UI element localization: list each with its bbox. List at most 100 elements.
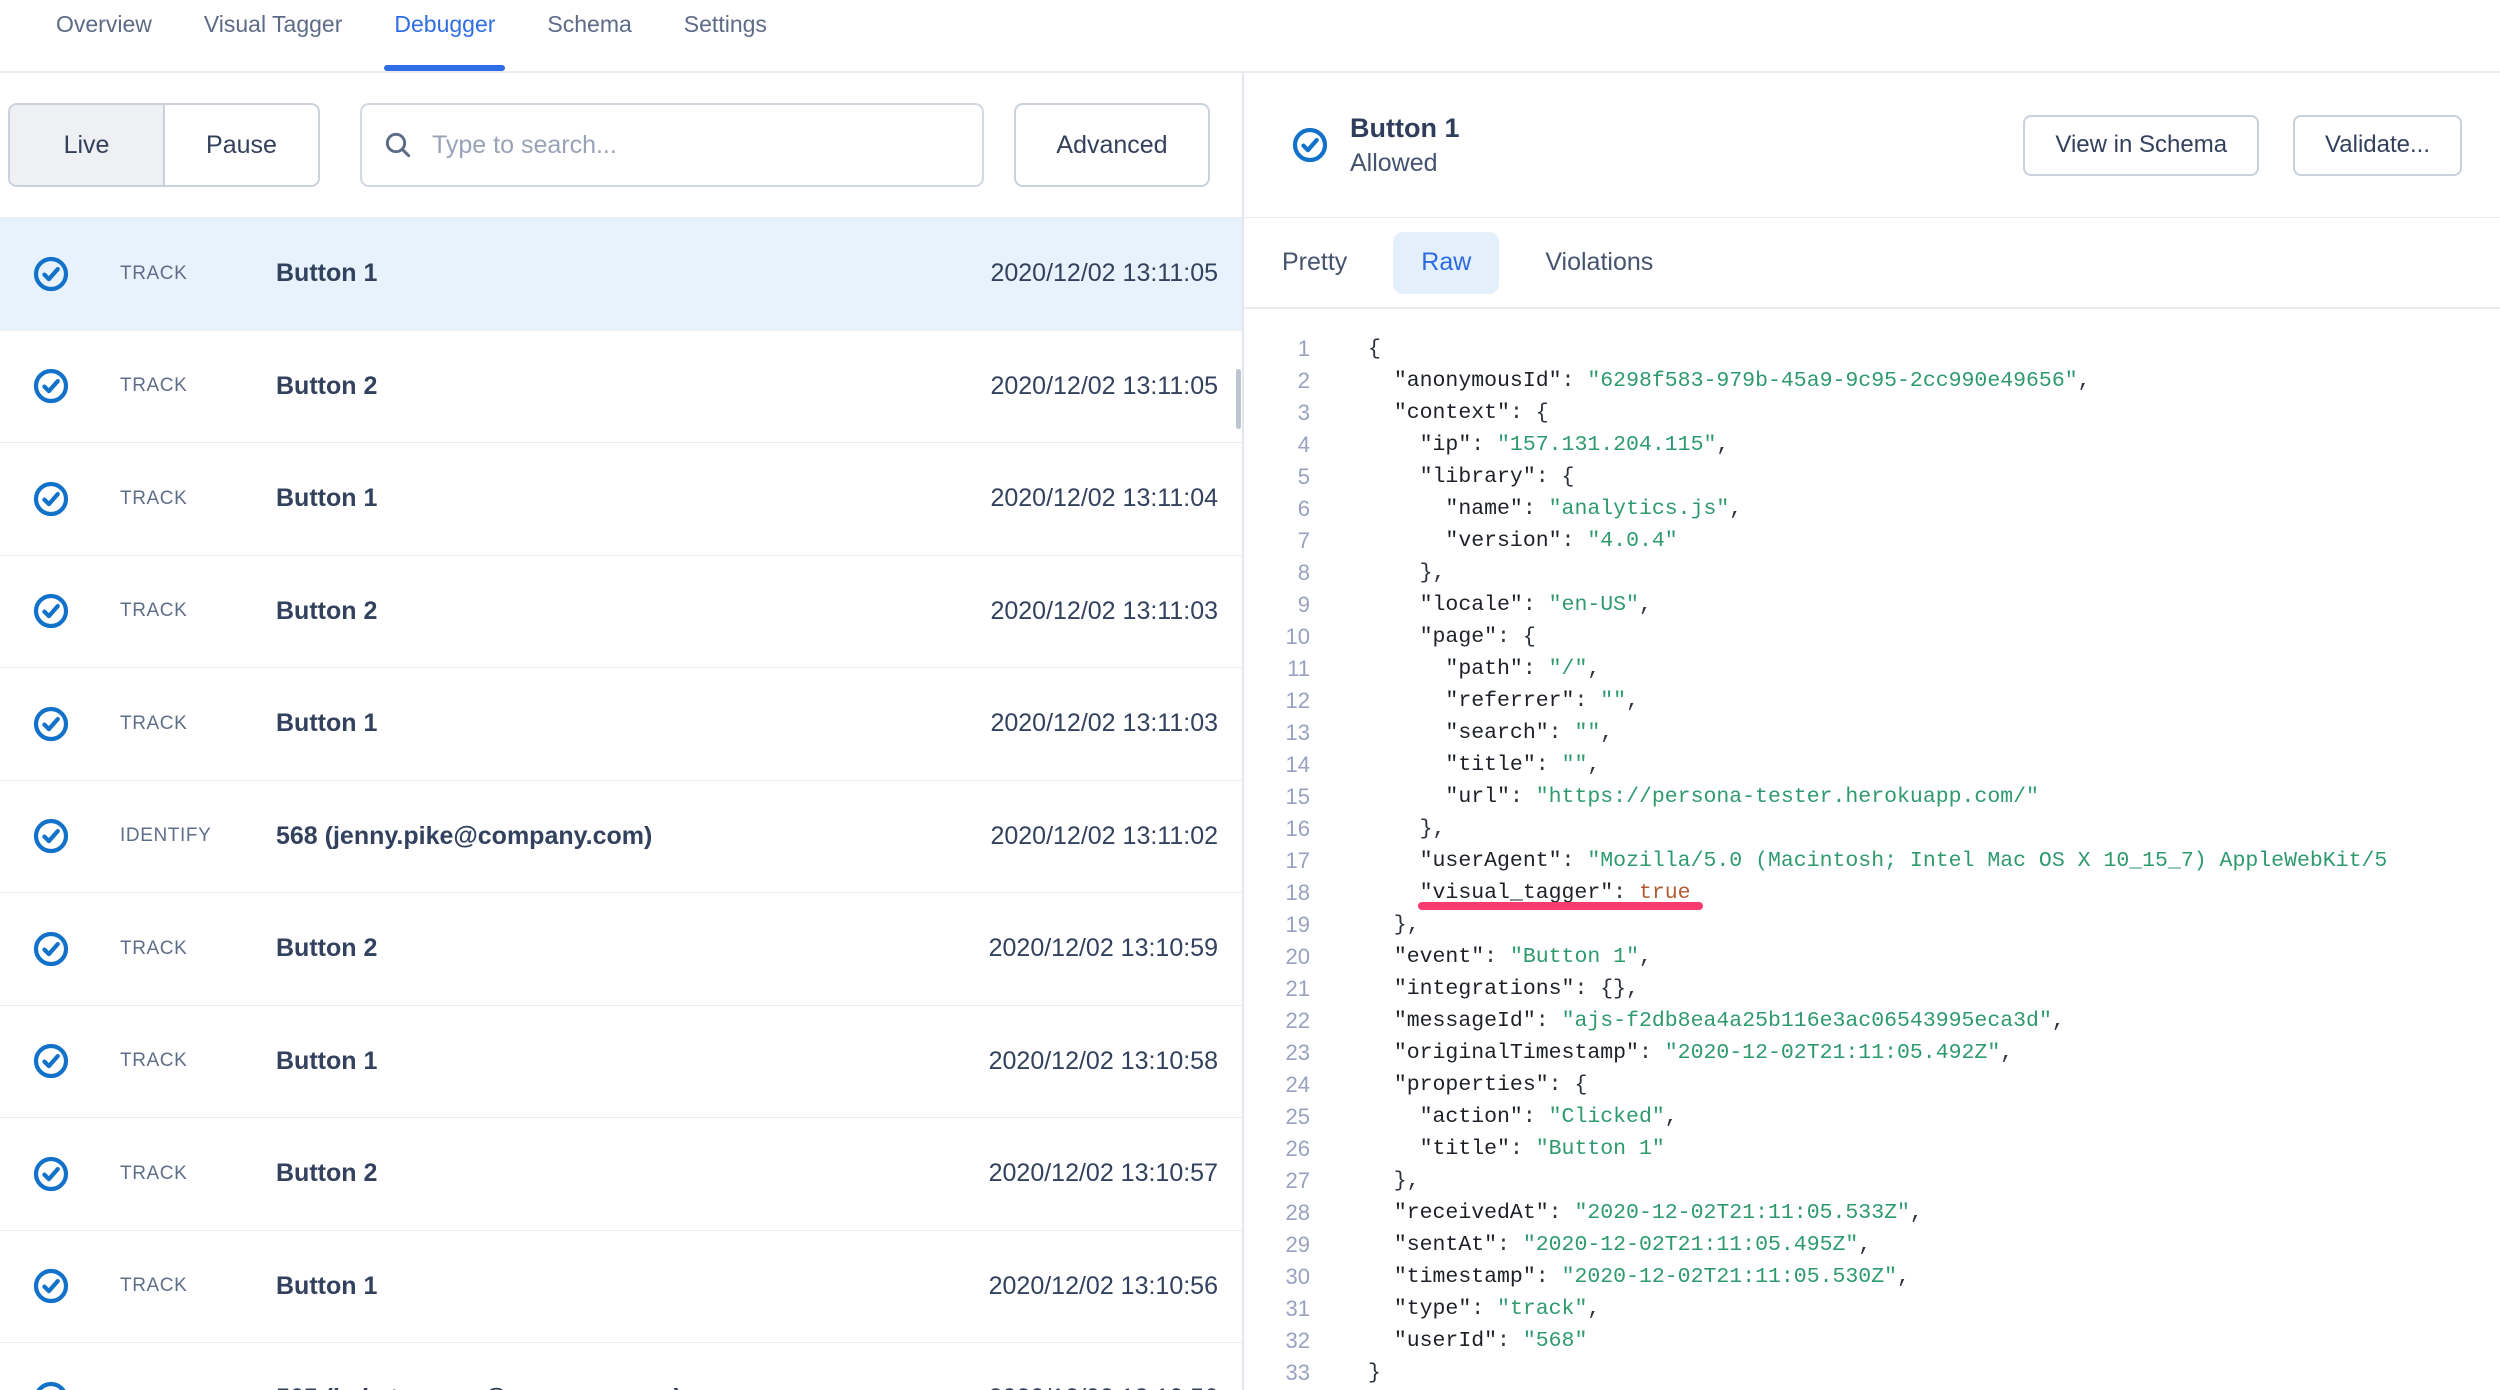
search-box[interactable] xyxy=(360,103,984,187)
view-in-schema-button[interactable]: View in Schema xyxy=(2023,115,2259,176)
code-line: 32 "userId": "568" xyxy=(1244,1325,2500,1357)
code-line: 5 "library": { xyxy=(1244,461,2500,493)
line-number: 19 xyxy=(1244,909,1310,941)
tab-violations[interactable]: Violations xyxy=(1545,232,1653,294)
code-line: 2 "anonymousId": "6298f583-979b-45a9-9c9… xyxy=(1244,365,2500,397)
check-circle-icon xyxy=(33,818,69,854)
code-line: 14 "title": "", xyxy=(1244,749,2500,781)
code-text: "title": "", xyxy=(1310,749,1600,781)
code-line: 16 }, xyxy=(1244,813,2500,845)
line-number: 16 xyxy=(1244,813,1310,845)
code-line: 6 "name": "analytics.js", xyxy=(1244,493,2500,525)
event-name: 565 (hal.sturgeon@company.com) xyxy=(276,1384,989,1390)
code-text: "search": "", xyxy=(1310,717,1613,749)
live-button[interactable]: Live xyxy=(10,105,163,185)
code-text: "library": { xyxy=(1310,461,1574,493)
code-line: 11 "path": "/", xyxy=(1244,653,2500,685)
event-row[interactable]: TRACK Button 1 2020/12/02 13:10:58 xyxy=(0,1006,1242,1119)
code-text: "integrations": {}, xyxy=(1310,973,1639,1005)
code-text: "url": "https://persona-tester.herokuapp… xyxy=(1310,781,2039,813)
event-type-label: TRACK xyxy=(120,938,276,960)
line-number: 13 xyxy=(1244,717,1310,749)
code-text: "anonymousId": "6298f583-979b-45a9-9c95-… xyxy=(1310,365,2091,397)
validate-button[interactable]: Validate... xyxy=(2293,115,2462,176)
advanced-button[interactable]: Advanced xyxy=(1014,103,1210,187)
main-content: Live Pause Advanced TRACK Button 1 2020/… xyxy=(0,73,2500,1390)
event-row[interactable]: IDENTIFY 565 (hal.sturgeon@company.com) … xyxy=(0,1343,1242,1390)
code-text: "messageId": "ajs-f2db8ea4a25b116e3ac065… xyxy=(1310,1005,2065,1037)
line-number: 4 xyxy=(1244,429,1310,461)
nav-tab-settings[interactable]: Settings xyxy=(684,11,767,71)
event-detail-header: Button 1 Allowed View in SchemaValidate.… xyxy=(1244,73,2500,218)
line-number: 12 xyxy=(1244,685,1310,717)
code-line: 19 }, xyxy=(1244,909,2500,941)
event-row[interactable]: TRACK Button 1 2020/12/02 13:11:05 xyxy=(0,218,1242,331)
event-detail-panel: Button 1 Allowed View in SchemaValidate.… xyxy=(1244,73,2500,1390)
line-number: 20 xyxy=(1244,941,1310,973)
code-line: 9 "locale": "en-US", xyxy=(1244,589,2500,621)
line-number: 6 xyxy=(1244,493,1310,525)
event-type-label: TRACK xyxy=(120,600,276,622)
check-circle-icon xyxy=(33,706,69,742)
event-row[interactable]: IDENTIFY 568 (jenny.pike@company.com) 20… xyxy=(0,781,1242,894)
line-number: 15 xyxy=(1244,781,1310,813)
nav-tab-schema[interactable]: Schema xyxy=(547,11,631,71)
check-circle-icon xyxy=(33,931,69,967)
event-timestamp: 2020/12/02 13:11:02 xyxy=(990,822,1218,851)
event-row[interactable]: TRACK Button 2 2020/12/02 13:11:05 xyxy=(0,331,1242,444)
event-timestamp: 2020/12/02 13:11:04 xyxy=(990,484,1218,513)
code-text: "receivedAt": "2020-12-02T21:11:05.533Z"… xyxy=(1310,1197,1923,1229)
code-text: "originalTimestamp": "2020-12-02T21:11:0… xyxy=(1310,1037,2013,1069)
check-circle-icon xyxy=(33,256,69,292)
debugger-screen: Overview Visual Tagger Debugger Schema Setti… xyxy=(0,0,2500,1390)
pause-button[interactable]: Pause xyxy=(163,105,318,185)
nav-tab-visual-tagger[interactable]: Visual Tagger xyxy=(204,11,343,71)
nav-tab-debugger[interactable]: Debugger xyxy=(394,11,495,71)
event-timestamp: 2020/12/02 13:11:03 xyxy=(990,597,1218,626)
event-timestamp: 2020/12/02 13:10:59 xyxy=(989,934,1218,963)
event-type-label: IDENTIFY xyxy=(120,825,276,847)
nav-tab-overview[interactable]: Overview xyxy=(56,11,152,71)
event-list-toolbar: Live Pause Advanced xyxy=(0,73,1242,218)
event-row[interactable]: TRACK Button 2 2020/12/02 13:11:03 xyxy=(0,556,1242,669)
check-circle-icon xyxy=(33,1156,69,1192)
line-number: 11 xyxy=(1244,653,1310,685)
check-circle-icon xyxy=(33,1381,69,1390)
event-type-label: TRACK xyxy=(120,1275,276,1297)
code-line: 3 "context": { xyxy=(1244,397,2500,429)
event-row[interactable]: TRACK Button 2 2020/12/02 13:10:59 xyxy=(0,893,1242,1006)
search-input[interactable] xyxy=(432,131,962,160)
event-name: Button 1 xyxy=(276,1272,989,1301)
line-number: 32 xyxy=(1244,1325,1310,1357)
event-timestamp: 2020/12/02 13:11:05 xyxy=(990,259,1218,288)
code-line: 17 "userAgent": "Mozilla/5.0 (Macintosh;… xyxy=(1244,845,2500,877)
line-number: 29 xyxy=(1244,1229,1310,1261)
event-row[interactable]: TRACK Button 1 2020/12/02 13:10:56 xyxy=(0,1231,1242,1344)
event-list-scrollbar[interactable] xyxy=(1236,369,1241,429)
code-line: 10 "page": { xyxy=(1244,621,2500,653)
line-number: 24 xyxy=(1244,1069,1310,1101)
code-text: "properties": { xyxy=(1310,1069,1587,1101)
nav-tab-label: Debugger xyxy=(394,11,495,37)
violation-underline: "visual_tagger": true xyxy=(1420,881,1691,905)
code-line: 21 "integrations": {}, xyxy=(1244,973,2500,1005)
line-number: 1 xyxy=(1244,333,1310,365)
event-type-label: TRACK xyxy=(120,1050,276,1072)
line-number: 18 xyxy=(1244,877,1310,909)
code-text: "userAgent": "Mozilla/5.0 (Macintosh; In… xyxy=(1310,845,2387,877)
tab-pretty[interactable]: Pretty xyxy=(1282,232,1347,294)
code-line: 28 "receivedAt": "2020-12-02T21:11:05.53… xyxy=(1244,1197,2500,1229)
event-rows: TRACK Button 1 2020/12/02 13:11:05 TRACK… xyxy=(0,218,1242,1390)
code-text: "path": "/", xyxy=(1310,653,1600,685)
code-text: "sentAt": "2020-12-02T21:11:05.495Z", xyxy=(1310,1229,1871,1261)
event-timestamp: 2020/12/02 13:10:56 xyxy=(989,1272,1218,1301)
line-number: 7 xyxy=(1244,525,1310,557)
event-row[interactable]: TRACK Button 1 2020/12/02 13:11:04 xyxy=(0,443,1242,556)
event-row[interactable]: TRACK Button 1 2020/12/02 13:11:03 xyxy=(0,668,1242,781)
event-type-label: TRACK xyxy=(120,375,276,397)
tab-raw[interactable]: Raw xyxy=(1393,232,1499,294)
event-type-label: TRACK xyxy=(120,488,276,510)
line-number: 2 xyxy=(1244,365,1310,397)
event-row[interactable]: TRACK Button 2 2020/12/02 13:10:57 xyxy=(0,1118,1242,1231)
code-text: }, xyxy=(1310,813,1445,845)
